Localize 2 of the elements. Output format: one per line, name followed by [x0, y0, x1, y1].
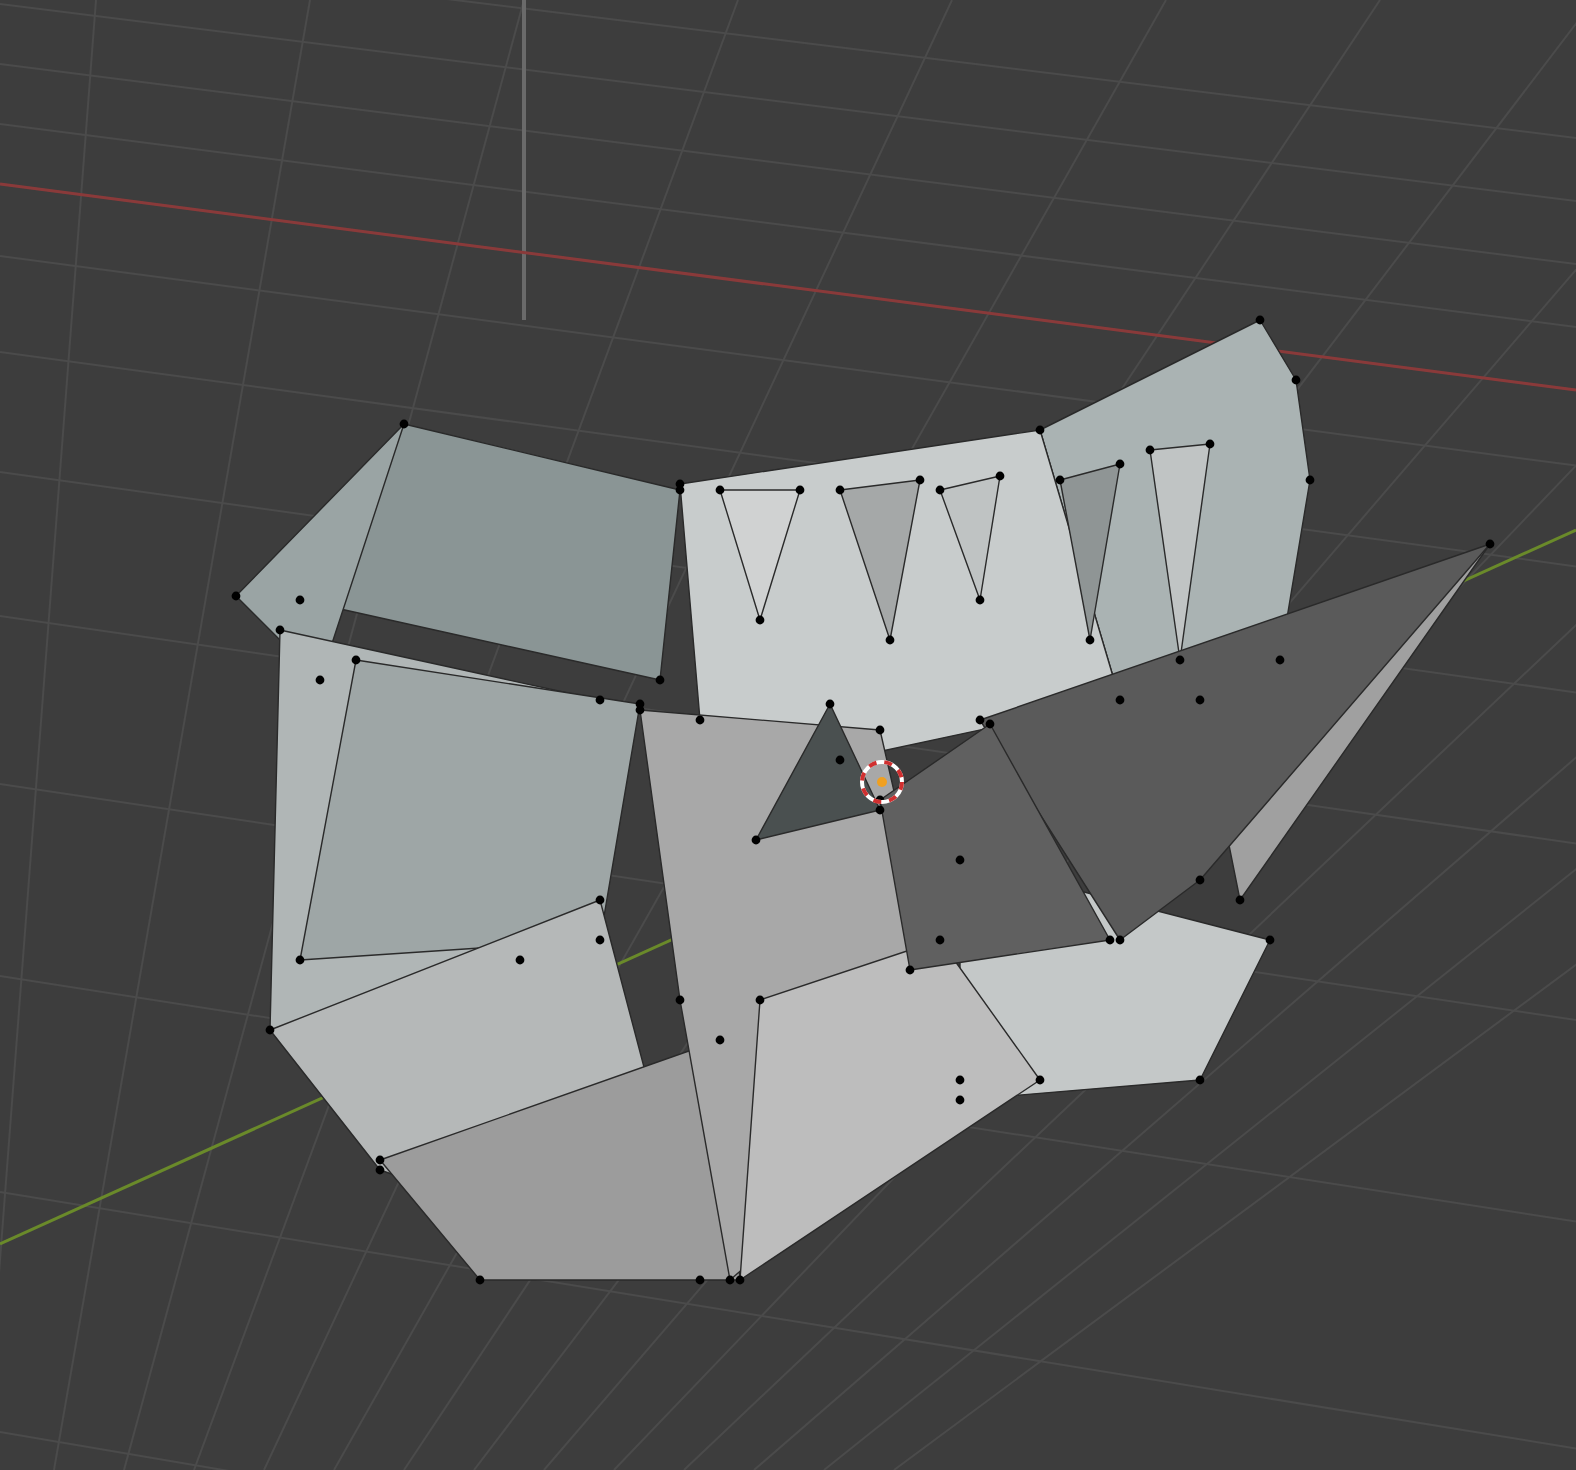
3d-cursor-icon[interactable] — [860, 760, 904, 804]
mesh-drawing[interactable] — [231, 315, 1495, 1285]
